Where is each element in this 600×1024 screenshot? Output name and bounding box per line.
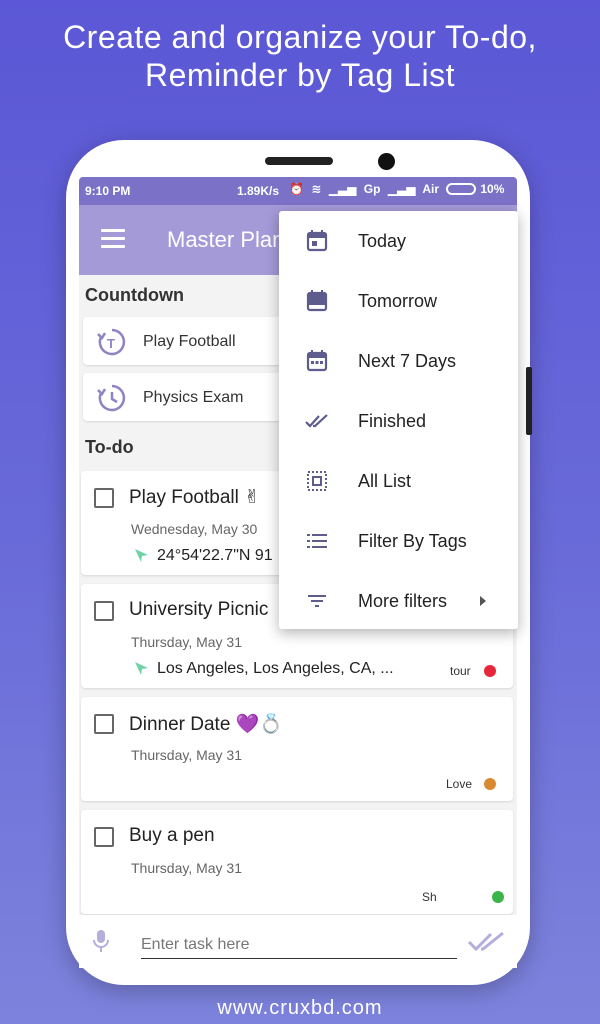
todo-checkbox[interactable] [94, 714, 114, 734]
microphone-icon[interactable] [93, 929, 109, 953]
countdown-item-label: Play Football [143, 333, 236, 350]
status-carrier2: Air [422, 182, 439, 196]
todo-item[interactable]: Dinner Date 💜💍 Thursday, May 31 Love [81, 697, 513, 801]
svg-text:T: T [107, 336, 115, 351]
double-check-icon [305, 414, 328, 428]
wifi-icon: ≋ [311, 182, 322, 196]
todo-checkbox[interactable] [94, 601, 114, 621]
phone-speaker [265, 157, 333, 165]
battery-icon [446, 183, 477, 195]
alarm-icon: ⏰ [289, 182, 304, 196]
filter-icon [308, 595, 326, 607]
calendar-today-icon [306, 230, 328, 252]
history-icon [97, 384, 126, 412]
menu-item-all-list[interactable]: All List [279, 451, 518, 511]
status-bar: 9:10 PM 1.89K/s ⏰ ≋ ▁▃▅ Gp ▁▃▅ Air 10% [79, 177, 517, 205]
todo-tag-dot [484, 665, 496, 677]
menu-item-label: Next 7 Days [358, 351, 457, 371]
todo-checkbox[interactable] [94, 488, 114, 508]
list-icon [307, 534, 327, 548]
countdown-item-label: Physics Exam [143, 389, 244, 406]
menu-item-finished[interactable]: Finished [279, 391, 518, 451]
todo-date: Thursday, May 31 [131, 747, 243, 763]
todo-tag-label: Love [446, 777, 473, 791]
menu-item-filter-by-tags[interactable]: Filter By Tags [279, 511, 518, 571]
history-t-icon: T [97, 328, 126, 356]
double-check-icon[interactable] [467, 929, 507, 953]
menu-item-label: Tomorrow [358, 291, 438, 311]
todo-title: Play Football ✌ [129, 487, 261, 508]
select-all-icon [307, 471, 327, 491]
menu-item-label: Filter By Tags [358, 531, 467, 551]
menu-item-tomorrow[interactable]: Tomorrow [279, 271, 518, 331]
status-battery: 10% [480, 182, 505, 196]
todo-tag-label: Sh [422, 890, 437, 904]
todo-title: Dinner Date 💜💍 [129, 714, 283, 735]
menu-item-label: Today [358, 231, 407, 251]
todo-location: 24°54'22.7"N 91 [157, 547, 273, 564]
menu-item-label: More filters [358, 591, 448, 611]
location-arrow-icon [135, 549, 148, 562]
menu-item-label: Finished [358, 411, 427, 431]
chevron-right-icon [480, 596, 486, 606]
status-time: 9:10 PM [85, 184, 131, 198]
todo-date: Thursday, May 31 [131, 860, 243, 876]
status-network-speed: 1.89K/s [237, 184, 280, 198]
todo-tag-label: tour [450, 664, 471, 678]
phone-side-button [526, 367, 532, 435]
task-entry-bar [79, 915, 517, 968]
menu-item-today[interactable]: Today [279, 211, 518, 271]
menu-item-label: All List [358, 471, 412, 491]
todo-item[interactable]: Buy a pen Thursday, May 31 Sh [81, 810, 513, 914]
signal-icon-2: ▁▃▅ [387, 182, 416, 196]
todo-checkbox[interactable] [94, 827, 114, 847]
promo-headline: Create and organize your To-do, Reminder… [0, 18, 600, 94]
todo-tag-dot [484, 778, 496, 790]
todo-tag-dot [492, 891, 504, 903]
todo-section-title: To-do [85, 437, 134, 457]
promo-headline-line1: Create and organize your To-do, [63, 19, 537, 55]
todo-date: Thursday, May 31 [131, 634, 243, 650]
countdown-section-title: Countdown [85, 285, 184, 305]
todo-location: Los Angeles, Los Angeles, CA, ... [157, 660, 394, 677]
todo-date: Wednesday, May 30 [131, 521, 258, 537]
footer-url: www.cruxbd.com [217, 997, 383, 1019]
menu-icon[interactable] [101, 229, 125, 248]
status-icons: ⏰ ≋ ▁▃▅ Gp ▁▃▅ Air 10% [289, 182, 508, 196]
calendar-week-icon [306, 350, 328, 372]
calendar-tomorrow-icon [306, 290, 328, 312]
promo-headline-line2: Reminder by Tag List [145, 57, 455, 93]
todo-title: University Picnic [129, 599, 269, 620]
phone-camera [378, 153, 395, 170]
location-arrow-icon [135, 662, 148, 675]
todo-title: Buy a pen [129, 825, 215, 846]
status-carrier: Gp [363, 182, 381, 196]
signal-icon: ▁▃▅ [328, 182, 357, 196]
task-input[interactable] [141, 931, 457, 959]
menu-item-next-7-days[interactable]: Next 7 Days [279, 331, 518, 391]
menu-item-more-filters[interactable]: More filters [279, 571, 518, 631]
filter-dropdown-menu: Today Tomorrow Next 7 Days Finished All … [279, 211, 518, 629]
